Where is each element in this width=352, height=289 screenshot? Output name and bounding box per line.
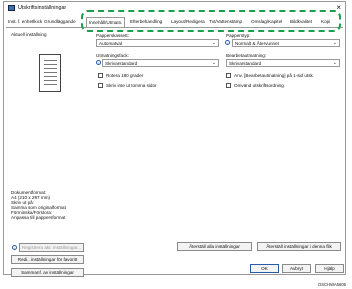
figure-caption: DSCHWA5605	[318, 282, 346, 287]
reverse-order-label: Omvänd utskriftsordning	[234, 83, 284, 88]
restore-tab-button[interactable]: Återställ inställningar i denna flik	[257, 242, 341, 251]
window-title: Utskriftsinställningar	[18, 5, 67, 11]
cover-output-value: Skrivarstandard	[229, 61, 262, 67]
print-settings-window: Utskriftsinställningar × Inst. f. enhetl…	[3, 1, 346, 277]
cover-output-select[interactable]: Skrivarstandard ⌄	[226, 59, 340, 67]
current-settings-panel: Aktuell inställning Dokumentformat: A4 (…	[9, 30, 89, 277]
register-settings-button[interactable]: Registrera akt. inställningar...	[19, 243, 84, 252]
rotate-checkbox[interactable]	[98, 73, 103, 78]
info-icon: i	[12, 245, 17, 251]
output-tray-value: Skrivarstandard	[105, 61, 138, 67]
settings-summary-button[interactable]: Sammanf. av inställningar	[11, 268, 84, 277]
paper-type-select[interactable]: Normalt & Återvunnet ⌄	[232, 39, 340, 47]
cover-one-sided-label: Anv. [Bearbetautmatning] på 1-sid utsk.	[234, 73, 315, 78]
info-icon: i	[96, 60, 101, 66]
chevron-down-icon: ⌄	[332, 60, 337, 67]
rotate-label: Rotera 180 grader	[106, 73, 144, 78]
output-tray-label: Utmatningsfack:	[96, 53, 129, 58]
paper-tray-value: Automatval	[99, 41, 122, 47]
printer-icon	[8, 5, 15, 11]
ok-button[interactable]: OK	[250, 264, 279, 273]
tab-device[interactable]: Inst. f. enhetlkick	[8, 19, 42, 24]
cover-one-sided-checkbox[interactable]	[226, 73, 231, 78]
paper-tray-label: Papperskassett:	[96, 33, 129, 38]
restore-all-button[interactable]: Återställ alla inställningar	[177, 242, 252, 251]
chevron-down-icon: ⌄	[211, 60, 216, 67]
reduce-enlarge-value: Anpassa till pappersformat	[11, 215, 66, 220]
current-settings-label: Aktuell inställning	[11, 32, 47, 37]
help-button[interactable]: Hjälp	[315, 264, 344, 273]
cover-output-label: Bearbetautmatning:	[226, 53, 267, 58]
cancel-button[interactable]: Avbryt	[282, 264, 311, 273]
chevron-down-icon: ⌄	[211, 40, 216, 47]
chevron-down-icon: ⌄	[332, 40, 337, 47]
output-tray-select[interactable]: Skrivarstandard ⌄	[102, 59, 219, 67]
skip-blank-label: Skriv inte ut tomma sidor	[106, 83, 157, 88]
skip-blank-checkbox[interactable]	[98, 83, 103, 88]
info-icon: i	[225, 40, 230, 46]
paper-tray-select[interactable]: Automatval ⌄	[96, 39, 219, 47]
tab-content: Papperskassett: Automatval ⌄ Papperstyp:…	[96, 33, 344, 233]
edit-favorite-button[interactable]: Redi.. inställningar för favoritt	[11, 255, 84, 264]
tab-basic[interactable]: Grundläggande	[44, 19, 76, 24]
paper-type-value: Normalt & Återvunnet	[235, 41, 279, 47]
reverse-order-checkbox[interactable]	[226, 83, 231, 88]
page-preview	[39, 54, 61, 92]
paper-type-label: Papperstyp:	[226, 33, 251, 38]
tab-highlight-frame	[81, 10, 341, 32]
